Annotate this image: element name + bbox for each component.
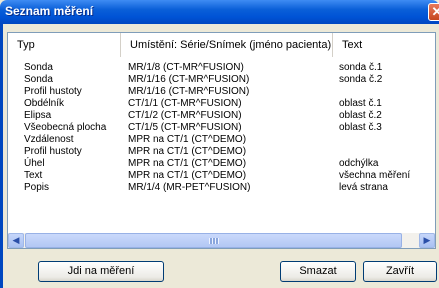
list-header: Typ Umístění: Série/Snímek (jméno pacien… xyxy=(8,33,435,57)
cell-text: sonda č.1 xyxy=(339,62,383,73)
table-row[interactable]: Sonda MR/1/8 (CT-MR^FUSION) sonda č.1 xyxy=(8,62,435,74)
cell-umisteni: MR/1/4 (MR-PET^FUSION) xyxy=(128,182,251,193)
cell-umisteni: CT/1/1 (CT-MR^FUSION) xyxy=(128,98,242,109)
title-bar[interactable]: Seznam měření ✕ xyxy=(0,0,439,24)
cell-typ: Popis xyxy=(24,182,50,193)
window-frame-left xyxy=(0,24,3,288)
list-rows: Sonda MR/1/8 (CT-MR^FUSION) sonda č.1 Sonda… xyxy=(8,62,435,194)
table-row[interactable]: Všeobecná plocha CT/1/5 (CT-MR^FUSION) obl… xyxy=(8,122,435,134)
close-button[interactable]: Zavřít xyxy=(363,261,437,282)
table-row[interactable]: Sonda MR/1/16 (CT-MR^FUSION) sonda č.2 xyxy=(8,74,435,86)
close-window-button[interactable]: ✕ xyxy=(428,3,439,21)
cell-text: odchýlka xyxy=(339,158,379,169)
column-header-typ[interactable]: Typ xyxy=(8,33,121,57)
table-row[interactable]: Popis MR/1/4 (MR-PET^FUSION) levá strana xyxy=(8,182,435,194)
cell-umisteni: MR/1/8 (CT-MR^FUSION) xyxy=(128,62,244,73)
cell-text: levá strana xyxy=(339,182,388,193)
cell-text: oblast č.2 xyxy=(339,110,382,121)
cell-typ: Elipsa xyxy=(24,110,52,121)
measurement-list-dialog: Seznam měření ✕ Typ Umístění: Série/Sním… xyxy=(0,0,439,288)
window-title: Seznam měření xyxy=(5,4,94,18)
cell-typ: Obdélník xyxy=(24,98,65,109)
scrollbar-thumb[interactable] xyxy=(25,233,402,248)
cell-umisteni: MPR na CT/1 (CT^DEMO) xyxy=(128,134,247,145)
scrollbar-grip-icon xyxy=(209,238,219,244)
scroll-right-button[interactable]: ▶ xyxy=(419,233,435,248)
cell-typ: Sonda xyxy=(24,74,53,85)
horizontal-scrollbar[interactable]: ◀ ▶ xyxy=(8,232,435,248)
cell-typ: Text xyxy=(24,170,43,181)
table-row[interactable]: Vzdálenost MPR na CT/1 (CT^DEMO) xyxy=(8,134,435,146)
cell-text: všechna měření xyxy=(339,170,411,181)
measurement-list[interactable]: Typ Umístění: Série/Snímek (jméno pacien… xyxy=(7,32,436,249)
cell-umisteni: MPR na CT/1 (CT^DEMO) xyxy=(128,146,247,157)
cell-typ: Profil hustoty xyxy=(24,146,82,157)
goto-measurement-button[interactable]: Jdi na měření xyxy=(38,261,164,282)
cell-text: oblast č.3 xyxy=(339,122,382,133)
cell-umisteni: MR/1/16 (CT-MR^FUSION) xyxy=(128,74,250,85)
cell-text: oblast č.1 xyxy=(339,98,382,109)
scroll-left-arrow-icon: ◀ xyxy=(12,235,20,245)
table-row[interactable]: Obdélník CT/1/1 (CT-MR^FUSION) oblast č.1 xyxy=(8,98,435,110)
cell-umisteni: MR/1/16 (CT-MR^FUSION) xyxy=(128,86,250,97)
table-row[interactable]: Profil hustoty MPR na CT/1 (CT^DEMO) xyxy=(8,146,435,158)
cell-umisteni: MPR na CT/1 (CT^DEMO) xyxy=(128,158,247,169)
cell-typ: Profil hustoty xyxy=(24,86,82,97)
close-icon: ✕ xyxy=(431,4,439,19)
cell-typ: Sonda xyxy=(24,62,53,73)
table-row[interactable]: Profil hustoty MR/1/16 (CT-MR^FUSION) xyxy=(8,86,435,98)
table-row[interactable]: Text MPR na CT/1 (CT^DEMO) všechna měření xyxy=(8,170,435,182)
scroll-right-arrow-icon: ▶ xyxy=(423,235,431,245)
cell-typ: Vzdálenost xyxy=(24,134,74,145)
cell-typ: Úhel xyxy=(24,158,45,169)
cell-umisteni: MPR na CT/1 (CT^DEMO) xyxy=(128,170,247,181)
column-header-text[interactable]: Text xyxy=(333,33,435,57)
scroll-left-button[interactable]: ◀ xyxy=(8,233,24,248)
table-row[interactable]: Úhel MPR na CT/1 (CT^DEMO) odchýlka xyxy=(8,158,435,170)
delete-button[interactable]: Smazat xyxy=(280,261,356,282)
column-header-umisteni[interactable]: Umístění: Série/Snímek (jméno pacienta) xyxy=(121,33,333,57)
table-row[interactable]: Elipsa CT/1/2 (CT-MR^FUSION) oblast č.2 xyxy=(8,110,435,122)
cell-text: sonda č.2 xyxy=(339,74,383,85)
cell-typ: Všeobecná plocha xyxy=(24,122,107,133)
cell-umisteni: CT/1/2 (CT-MR^FUSION) xyxy=(128,110,242,121)
cell-umisteni: CT/1/5 (CT-MR^FUSION) xyxy=(128,122,242,133)
